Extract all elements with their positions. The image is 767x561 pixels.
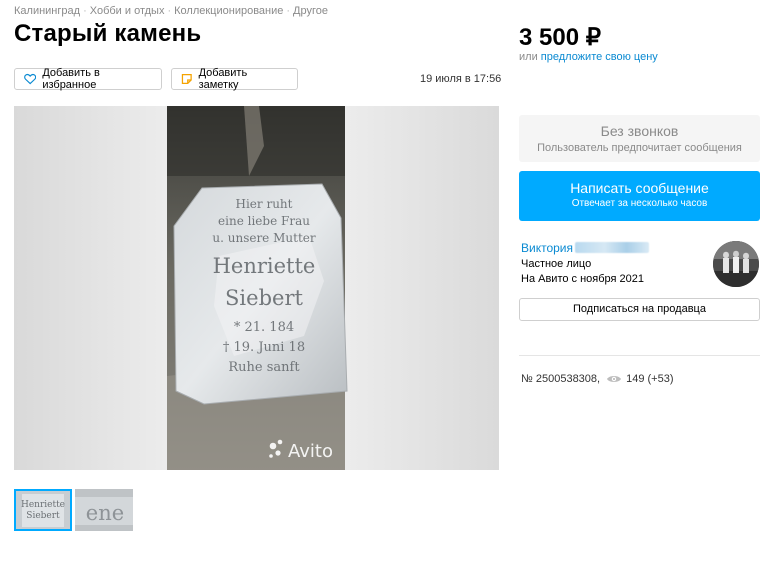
stone-line-3: u. unsere Mutter bbox=[212, 231, 315, 245]
views-count: 149 (+53) bbox=[626, 373, 674, 385]
price: 3 500 ₽ bbox=[519, 24, 601, 51]
eye-icon bbox=[607, 376, 622, 382]
stone-line-2: eine liebe Frau bbox=[218, 214, 310, 228]
price-offer: или предложите свою цену bbox=[519, 51, 658, 63]
thumbnail-1-image: Henriette Siebert bbox=[16, 491, 70, 529]
stone-line-8: Ruhe sanft bbox=[228, 360, 300, 375]
thumbnail-2[interactable]: ene bbox=[75, 489, 133, 531]
breadcrumb-city[interactable]: Калининград bbox=[14, 5, 80, 17]
stone-line-4: Henriette bbox=[213, 254, 316, 278]
price-or-label: или bbox=[519, 51, 538, 63]
stone-line-7: † 19. Juni 18 bbox=[223, 340, 305, 355]
add-to-favorites-button[interactable]: Добавить в избранное bbox=[14, 67, 162, 91]
divider bbox=[519, 355, 760, 356]
seller-name-link[interactable]: Виктория bbox=[521, 241, 650, 255]
breadcrumb-category[interactable]: Хобби и отдых bbox=[90, 5, 165, 17]
avito-watermark-text: Avito bbox=[288, 441, 333, 462]
write-message-button[interactable]: Написать сообщение Отвечает за несколько… bbox=[519, 171, 760, 221]
listing-number: № 2500538308, bbox=[521, 373, 601, 385]
stone-line-1: Hier ruht bbox=[236, 197, 293, 211]
offer-price-link[interactable]: предложите свою цену bbox=[541, 51, 658, 63]
svg-text:Siebert: Siebert bbox=[26, 511, 60, 521]
seller-type: Частное лицо bbox=[521, 258, 592, 270]
seller-avatar-image bbox=[713, 241, 759, 287]
svg-text:ene: ene bbox=[86, 501, 124, 525]
breadcrumb: Калининград · Хобби и отдых · Коллекциониров… bbox=[14, 5, 328, 17]
stone-line-5: Siebert bbox=[225, 286, 303, 310]
page-title: Старый камень bbox=[14, 20, 202, 47]
note-icon bbox=[181, 74, 192, 84]
breadcrumb-separator: · bbox=[286, 5, 291, 17]
add-note-button[interactable]: Добавить заметку bbox=[171, 67, 298, 91]
add-to-favorites-label: Добавить в избранное bbox=[42, 67, 100, 91]
main-photo[interactable]: Hier ruht eine liebe Frau u. unsere Mutt… bbox=[14, 106, 499, 470]
no-calls-title: Без звонков bbox=[600, 123, 679, 139]
thumbnail-1[interactable]: Henriette Siebert bbox=[14, 489, 72, 531]
thumbnail-2-image: ene bbox=[75, 489, 133, 531]
stone-photo-image: Hier ruht eine liebe Frau u. unsere Mutt… bbox=[14, 106, 499, 470]
add-note-label: Добавить заметку bbox=[198, 67, 248, 91]
listing-meta: № 2500538308, 149 (+53) bbox=[521, 373, 674, 385]
breadcrumb-leaf[interactable]: Другое bbox=[293, 5, 328, 17]
breadcrumb-separator: · bbox=[167, 5, 172, 17]
write-message-subtitle: Отвечает за несколько часов bbox=[571, 198, 708, 209]
heart-icon bbox=[24, 73, 37, 85]
seller-name: Виктория bbox=[521, 241, 574, 255]
stone-line-6: * 21. 184 bbox=[234, 320, 294, 335]
svg-text:Henriette: Henriette bbox=[21, 500, 65, 510]
seller-surname-blurred bbox=[575, 242, 650, 253]
avatar[interactable] bbox=[713, 241, 759, 287]
no-calls-subtitle: Пользователь предпочитает сообщения bbox=[537, 142, 742, 154]
breadcrumb-separator: · bbox=[83, 5, 87, 17]
seller-since: На Авито с ноября 2021 bbox=[521, 273, 645, 285]
breadcrumb-subcategory[interactable]: Коллекционирование bbox=[174, 5, 283, 17]
write-message-label: Написать сообщение bbox=[570, 180, 709, 196]
publish-date: 19 июля в 17:56 bbox=[420, 73, 502, 85]
subscribe-seller-button[interactable]: Подписаться на продавца bbox=[519, 298, 760, 321]
no-calls-notice: Без звонков Пользователь предпочитает со… bbox=[519, 115, 760, 162]
